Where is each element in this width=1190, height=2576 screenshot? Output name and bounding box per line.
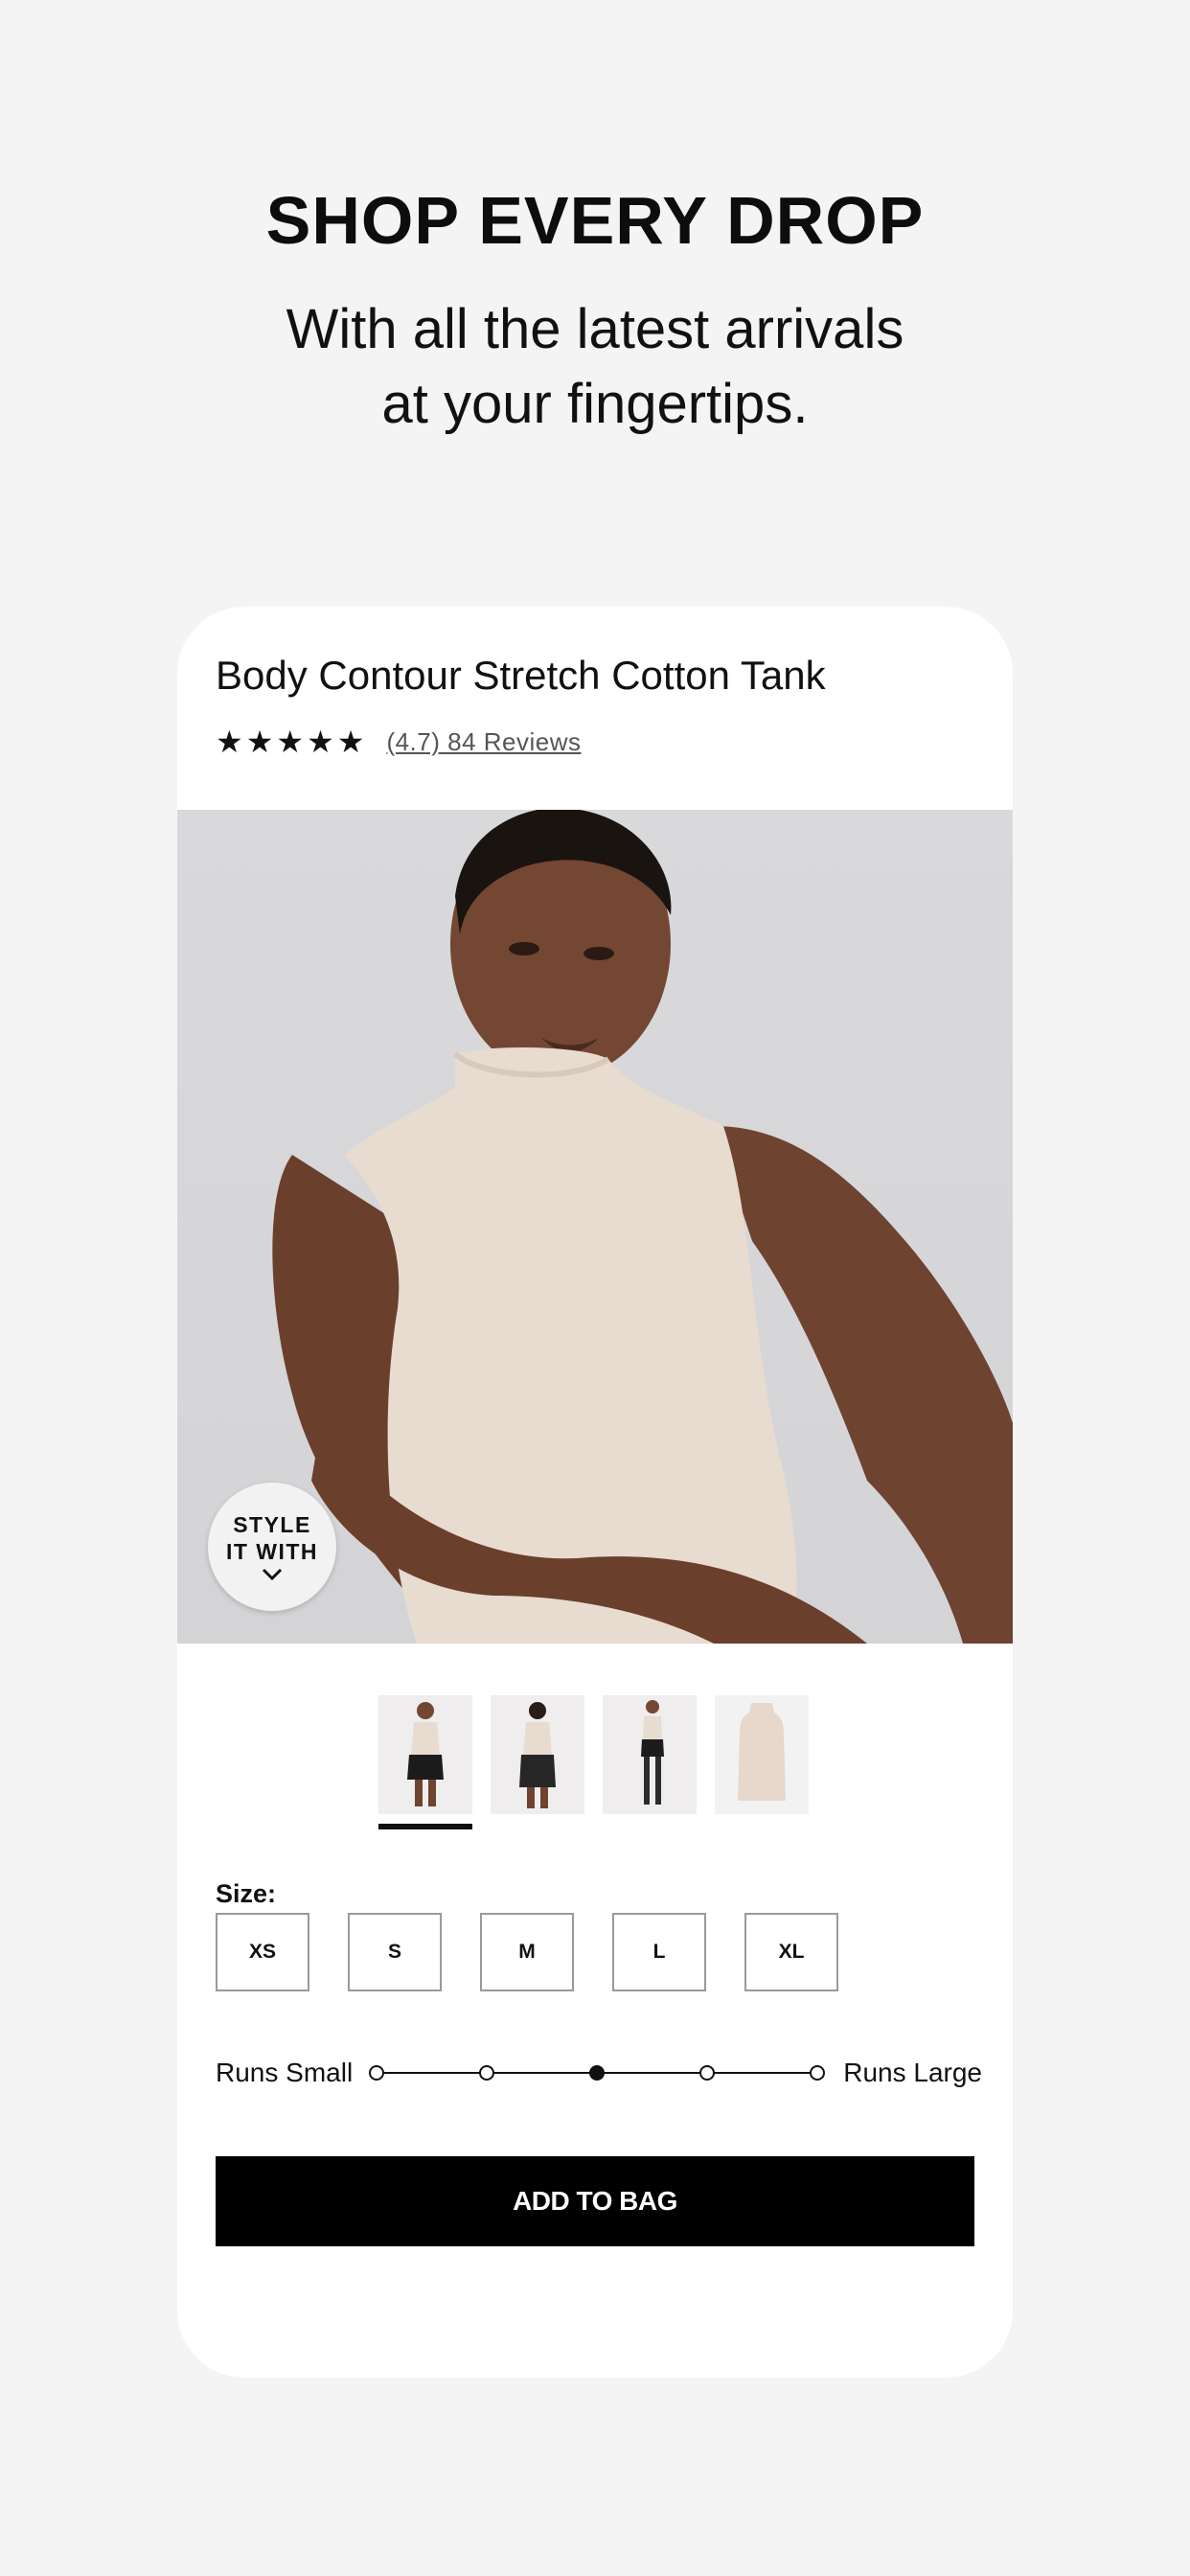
thumbnail-3[interactable] bbox=[603, 1695, 697, 1814]
style-it-with-line1: STYLE bbox=[233, 1512, 311, 1537]
thumbnail-image bbox=[491, 1695, 584, 1814]
size-l-button[interactable]: L bbox=[612, 1913, 706, 1991]
star-icon: ★ bbox=[276, 724, 305, 759]
fit-scale: Runs Small Runs Large bbox=[216, 2054, 982, 2092]
fit-scale-dot bbox=[479, 2065, 494, 2081]
hero-subtitle-line1: With all the latest arrivals bbox=[286, 298, 904, 360]
thumbnail-1[interactable] bbox=[378, 1695, 472, 1814]
hero-title: SHOP EVERY DROP bbox=[265, 183, 925, 258]
star-icon: ★ bbox=[307, 724, 334, 759]
size-xs-button[interactable]: XS bbox=[216, 1913, 309, 1991]
star-icon: ★ bbox=[336, 724, 365, 759]
thumbnail-image bbox=[715, 1695, 809, 1814]
size-xl-button[interactable]: XL bbox=[744, 1913, 838, 1991]
thumbnail-strip bbox=[378, 1695, 827, 1814]
chevron-down-icon bbox=[262, 1568, 283, 1581]
thumbnail-2[interactable] bbox=[491, 1695, 584, 1814]
fit-scale-dot bbox=[810, 2065, 825, 2081]
star-icon: ★ bbox=[245, 724, 274, 759]
star-rating: ★ ★ ★ ★ ★ bbox=[216, 726, 367, 757]
style-it-with-button[interactable]: STYLE IT WITH bbox=[208, 1483, 336, 1611]
size-selector: XS S M L XL bbox=[216, 1913, 877, 1991]
size-m-button[interactable]: M bbox=[480, 1913, 574, 1991]
add-to-bag-button[interactable]: ADD TO BAG bbox=[216, 2156, 974, 2246]
hero-subtitle: With all the latest arrivals at your fin… bbox=[0, 292, 1190, 442]
thumbnail-4[interactable] bbox=[715, 1695, 809, 1814]
star-icon: ★ bbox=[216, 724, 243, 759]
fit-left-label: Runs Small bbox=[216, 2058, 354, 2087]
size-label: Size: bbox=[216, 1879, 277, 1908]
selected-thumbnail-indicator bbox=[378, 1824, 472, 1829]
fit-scale-dot bbox=[699, 2065, 715, 2081]
reviews-link[interactable]: (4.7) 84 Reviews bbox=[386, 727, 581, 757]
fit-scale-dot bbox=[589, 2065, 605, 2081]
hero-subtitle-line2: at your fingertips. bbox=[381, 373, 809, 435]
fit-scale-dot bbox=[369, 2065, 384, 2081]
style-it-with-line2: IT WITH bbox=[225, 1539, 319, 1564]
thumbnail-image bbox=[603, 1695, 697, 1814]
product-card: Body Contour Stretch Cotton Tank ★ ★ ★ ★… bbox=[177, 607, 1013, 2378]
size-s-button[interactable]: S bbox=[348, 1913, 442, 1991]
product-title: Body Contour Stretch Cotton Tank bbox=[216, 653, 826, 698]
fit-scale-track bbox=[369, 2065, 825, 2081]
thumbnail-image bbox=[378, 1695, 472, 1814]
rating-row: ★ ★ ★ ★ ★ (4.7) 84 Reviews bbox=[216, 726, 582, 757]
fit-right-label: Runs Large bbox=[843, 2058, 982, 2087]
